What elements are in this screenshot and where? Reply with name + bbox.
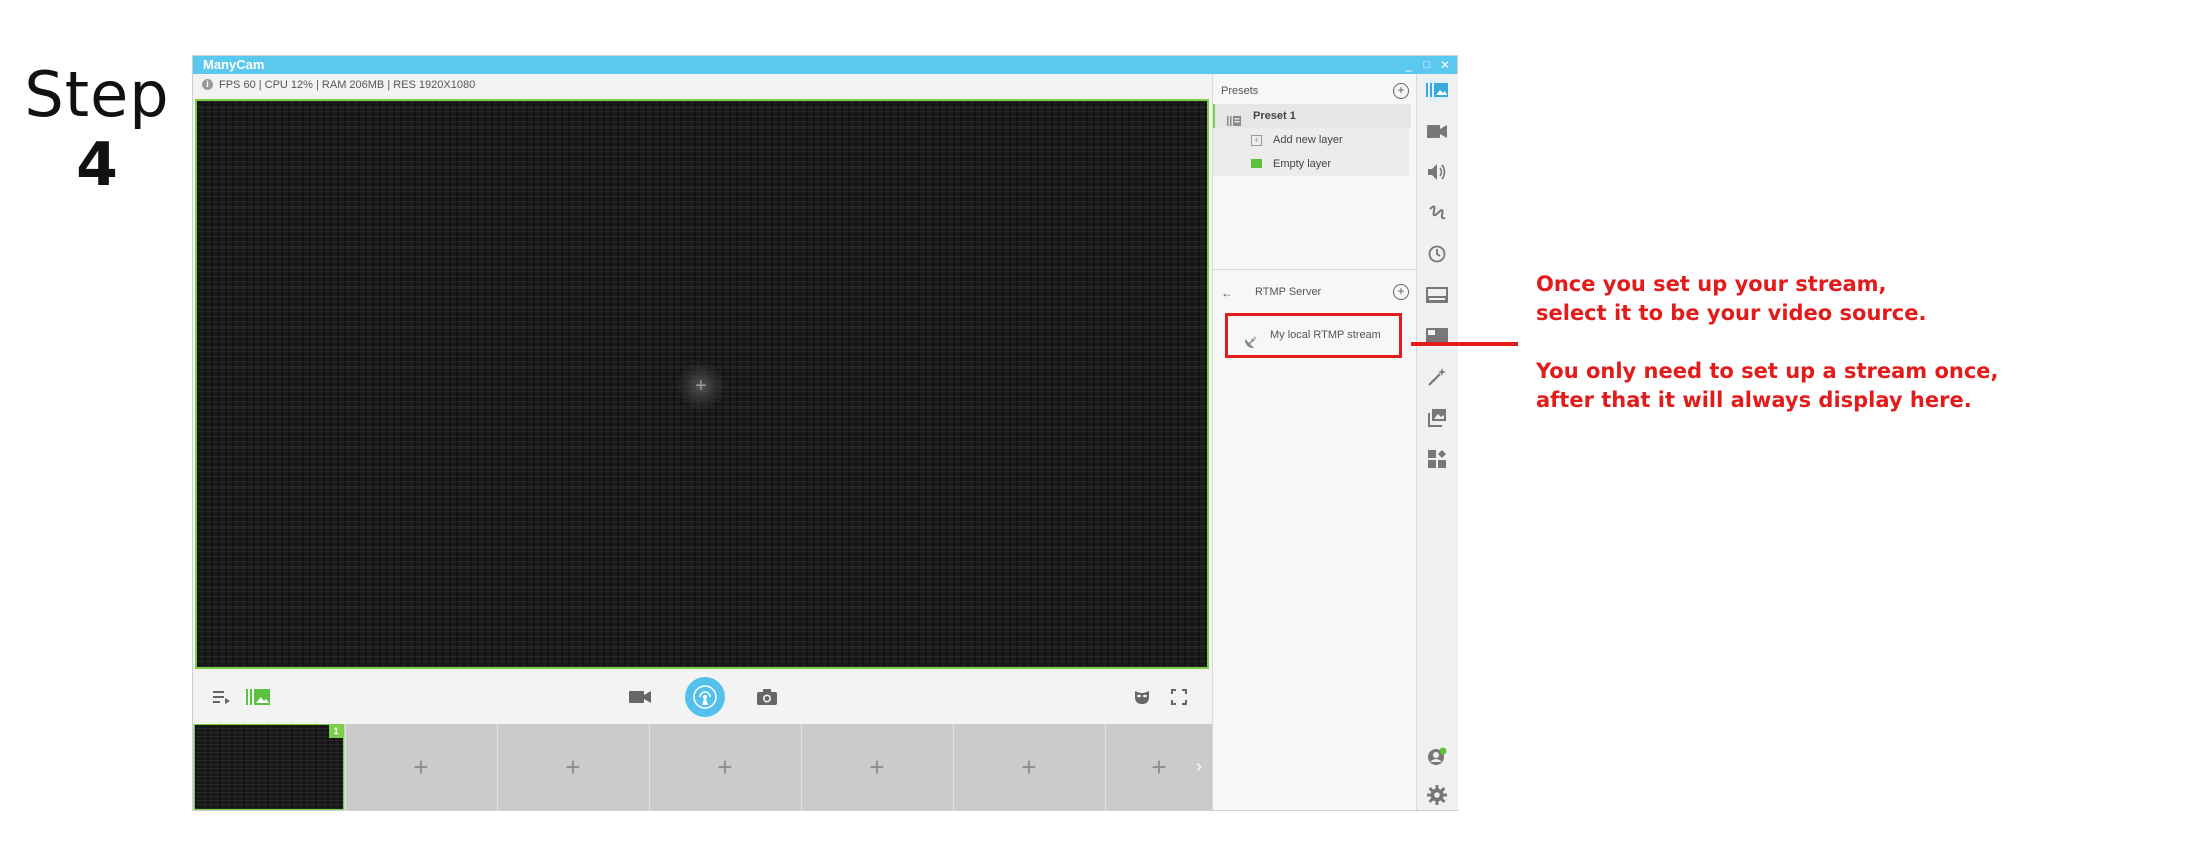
bottom-toolbar bbox=[193, 671, 1212, 723]
clock-icon[interactable] bbox=[1426, 243, 1448, 265]
thumbnail-preset-1[interactable]: 1 bbox=[194, 724, 344, 810]
preset-name: Preset 1 bbox=[1253, 110, 1296, 122]
broadcast-button[interactable] bbox=[685, 677, 725, 717]
rtmp-stream-item[interactable]: My local RTMP stream bbox=[1225, 313, 1402, 358]
presets-icon[interactable] bbox=[1426, 79, 1448, 101]
playlist-icon[interactable] bbox=[207, 671, 237, 723]
preset-item[interactable]: Preset 1 bbox=[1213, 104, 1411, 128]
broadcast-icon bbox=[693, 685, 717, 709]
maximize-button[interactable]: □ bbox=[1419, 56, 1435, 74]
annotation-line-1: Once you set up your stream, bbox=[1536, 272, 1887, 296]
snapshot-camera-icon[interactable] bbox=[752, 671, 782, 723]
empty-preset-slot[interactable]: + bbox=[953, 724, 1104, 810]
face-mask-icon[interactable] bbox=[1127, 671, 1157, 723]
widgets-icon[interactable] bbox=[1426, 448, 1448, 470]
add-layer-icon: + bbox=[1251, 135, 1262, 146]
stats-text: FPS 60 | CPU 12% | RAM 206MB | RES 1920X… bbox=[219, 79, 476, 91]
lower-thirds-icon[interactable] bbox=[1426, 284, 1448, 306]
annotation-line-2: select it to be your video source. bbox=[1536, 301, 1927, 325]
draw-icon[interactable] bbox=[1426, 202, 1448, 224]
add-source-button[interactable]: + bbox=[676, 361, 726, 411]
step-number: 4 bbox=[76, 130, 118, 200]
stats-bar: i FPS 60 | CPU 12% | RAM 206MB | RES 192… bbox=[193, 74, 1212, 96]
layer-thumbnail-icon bbox=[1251, 159, 1262, 168]
preset-thumbnails: 1 + + + + + + › bbox=[193, 724, 1212, 810]
close-button[interactable]: ✕ bbox=[1437, 56, 1453, 74]
presets-header: Presets bbox=[1221, 85, 1259, 97]
satellite-dish-icon bbox=[1243, 328, 1257, 367]
presets-view-icon[interactable] bbox=[243, 671, 273, 723]
layer-name: Empty layer bbox=[1273, 158, 1332, 170]
panel-divider bbox=[1213, 269, 1417, 270]
empty-preset-slot[interactable]: + › bbox=[1105, 724, 1212, 810]
add-preset-button[interactable]: + bbox=[1393, 83, 1409, 99]
empty-preset-slot[interactable]: + bbox=[345, 724, 496, 810]
settings-gear-icon[interactable] bbox=[1426, 784, 1448, 806]
right-icon-rail bbox=[1416, 74, 1458, 810]
add-rtmp-button[interactable]: + bbox=[1393, 284, 1409, 300]
picture-in-picture-icon[interactable] bbox=[1426, 407, 1448, 429]
account-icon[interactable] bbox=[1426, 746, 1448, 768]
fullscreen-icon[interactable] bbox=[1164, 671, 1194, 723]
empty-preset-slot[interactable]: + bbox=[497, 724, 648, 810]
slot-plus: + bbox=[1151, 751, 1167, 782]
add-layer-label: Add new layer bbox=[1273, 134, 1343, 146]
step-word: Step bbox=[24, 58, 170, 131]
thumbnail-badge: 1 bbox=[329, 725, 343, 738]
next-arrow-icon[interactable]: › bbox=[1196, 756, 1202, 777]
layer-item[interactable]: Empty layer bbox=[1213, 152, 1409, 176]
info-icon: i bbox=[202, 79, 213, 90]
title-bar: ManyCam _ □ ✕ bbox=[193, 56, 1457, 74]
annotation-line-4: after that it will always display here. bbox=[1536, 388, 1972, 412]
step-label: Step 4 bbox=[22, 58, 172, 201]
video-sources-icon[interactable] bbox=[1426, 120, 1448, 142]
video-camera-icon[interactable] bbox=[625, 671, 655, 723]
audio-icon[interactable] bbox=[1426, 161, 1448, 183]
annotation-connector-line bbox=[1411, 342, 1518, 346]
empty-preset-slot[interactable]: + bbox=[649, 724, 800, 810]
main-preview[interactable]: + bbox=[195, 99, 1209, 669]
back-arrow-icon[interactable]: ← bbox=[1221, 286, 1233, 300]
side-panel: Presets + Preset 1 + Add new layer Empty… bbox=[1212, 74, 1417, 810]
rtmp-stream-label: My local RTMP stream bbox=[1270, 329, 1381, 341]
empty-preset-slot[interactable]: + bbox=[801, 724, 952, 810]
manycam-window: ManyCam _ □ ✕ i FPS 60 | CPU 12% | RAM 2… bbox=[192, 55, 1458, 811]
annotation-line-3: You only need to set up a stream once, bbox=[1536, 359, 1999, 383]
add-new-layer[interactable]: + Add new layer bbox=[1213, 128, 1409, 152]
rtmp-server-header: RTMP Server bbox=[1255, 286, 1322, 298]
effects-icon[interactable] bbox=[1426, 366, 1448, 388]
minimize-button[interactable]: _ bbox=[1401, 56, 1417, 74]
window-title: ManyCam bbox=[203, 57, 265, 72]
